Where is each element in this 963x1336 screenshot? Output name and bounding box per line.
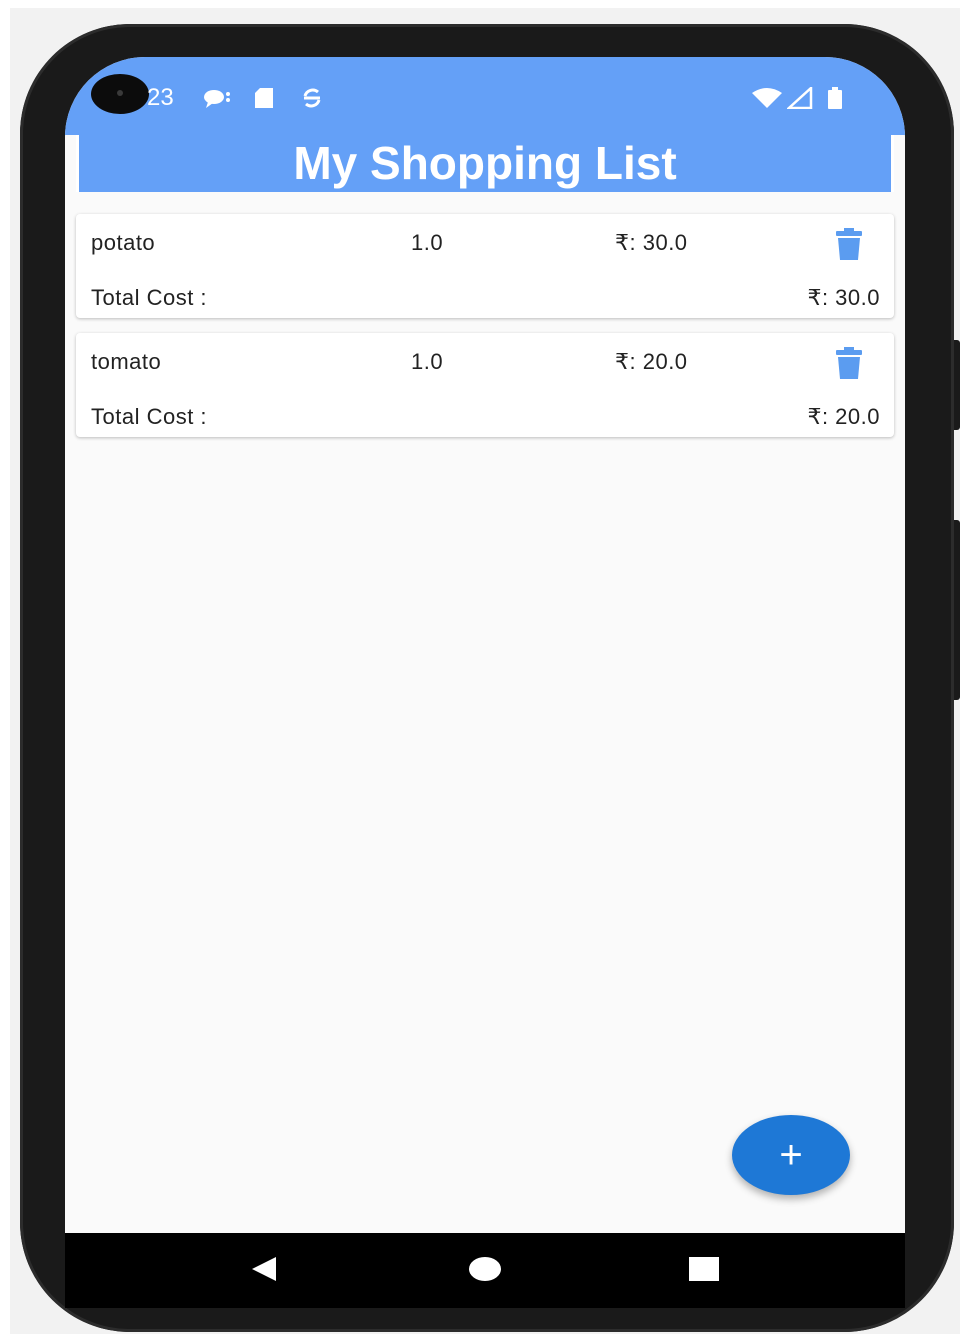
recents-icon[interactable] (687, 1253, 719, 1290)
sync-icon (301, 87, 323, 114)
total-cost-label: Total Cost : (91, 285, 208, 310)
item-quantity: 1.0 (411, 349, 444, 374)
screen: 23 My Shopping List potato 1.0 ₹: 30.0 T… (65, 57, 905, 1233)
sd-card-icon (253, 87, 275, 114)
list-item: potato 1.0 ₹: 30.0 Total Cost : ₹: 30.0 (76, 214, 894, 318)
wifi-icon (751, 87, 783, 114)
total-cost-label: Total Cost : (91, 404, 208, 429)
back-icon[interactable] (248, 1253, 280, 1290)
total-cost-value: ₹: 30.0 (807, 285, 880, 310)
navigation-bar (65, 1233, 905, 1308)
list-item: tomato 1.0 ₹: 20.0 Total Cost : ₹: 20.0 (76, 333, 894, 437)
status-bar: 23 (65, 57, 905, 135)
delete-icon[interactable] (832, 347, 866, 381)
app-bar: My Shopping List (76, 135, 894, 192)
delete-icon[interactable] (832, 228, 866, 262)
battery-icon (827, 87, 843, 114)
status-time: 23 (147, 84, 174, 111)
item-price: ₹: 30.0 (615, 230, 688, 255)
page-title: My Shopping List (293, 137, 677, 189)
item-name: potato (91, 230, 156, 255)
add-item-button[interactable]: + (732, 1115, 850, 1195)
item-name: tomato (91, 349, 162, 374)
chat-bubble-icon (203, 87, 231, 114)
total-cost-value: ₹: 20.0 (807, 404, 880, 429)
home-icon[interactable] (468, 1253, 502, 1290)
front-camera (91, 74, 149, 114)
item-quantity: 1.0 (411, 230, 444, 255)
item-price: ₹: 20.0 (615, 349, 688, 374)
cell-signal-icon (785, 85, 813, 114)
